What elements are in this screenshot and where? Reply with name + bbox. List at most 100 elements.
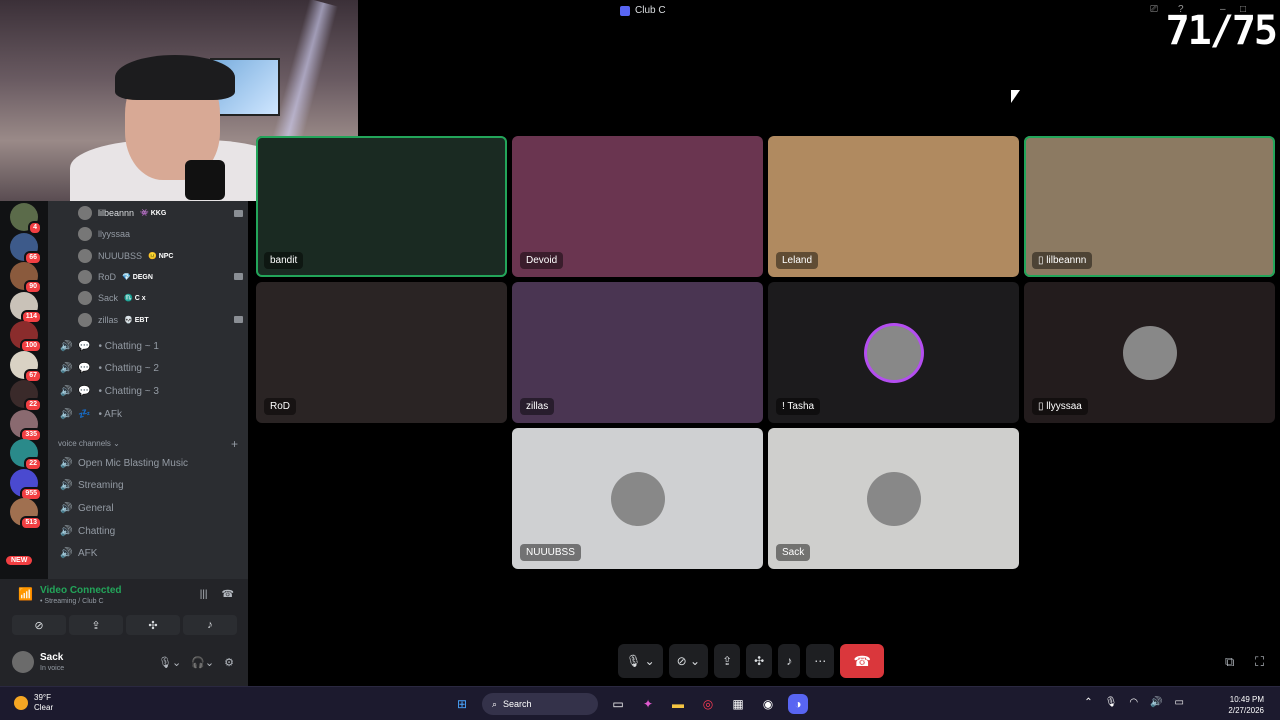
screen-share-button[interactable]: ⇪ — [714, 644, 741, 678]
video-tile-zillas[interactable]: zillas — [512, 282, 763, 423]
task-view-icon[interactable]: ▭ — [608, 694, 628, 714]
call-controls: 🎙 ⌄ ⊘ ⌄ ⇪ ✣ ♪ ⋯ ☎ — [618, 644, 890, 678]
voice-channel-0[interactable]: 🔊 Open Mic Blasting Music — [60, 453, 240, 473]
server-icon[interactable]: 67 — [10, 350, 42, 383]
voice-status-subtitle[interactable]: • Streaming / Club C — [40, 598, 104, 605]
voice-user-zillas[interactable]: zillas 💀 EBT — [78, 311, 243, 329]
video-tile-devoid[interactable]: Devoid — [512, 136, 763, 277]
server-icon[interactable]: 513 — [10, 498, 42, 530]
video-tile-rod[interactable]: RoD — [256, 282, 507, 423]
opera-icon[interactable]: ◎ — [698, 694, 718, 714]
store-icon[interactable]: ▦ — [728, 694, 748, 714]
voice-user-nuuubss[interactable]: NUUUBSS 😐 NPC — [78, 247, 243, 265]
camera-toggle-button[interactable]: ⊘ ⌄ — [668, 644, 709, 678]
participant-label: ▯ llyyssaa — [1032, 398, 1088, 415]
voice-channels-category[interactable]: voice channels ⌄ + — [58, 437, 238, 451]
start-button-icon[interactable]: ⊞ — [452, 694, 472, 714]
avatar — [78, 227, 92, 242]
chevron-up-icon[interactable]: ⌃ — [1084, 697, 1092, 708]
disconnect-icon[interactable]: ☎ — [222, 589, 234, 600]
add-channel-icon[interactable]: + — [231, 437, 238, 451]
speaker-icon: 🔊 — [60, 548, 73, 560]
microphone-toggle-button[interactable]: 🎙 ⌄ — [618, 644, 663, 678]
end-call-button[interactable]: ☎ — [840, 644, 885, 678]
camera-off-button[interactable]: ⊘ — [12, 615, 66, 635]
soundboard-button[interactable]: ♪ — [183, 615, 237, 635]
soundboard-button[interactable]: ♪ — [778, 644, 801, 678]
speaker-icon: 🔊 — [60, 385, 73, 397]
voice-channel-2[interactable]: 🔊 General — [60, 498, 240, 518]
participant-label: Leland — [776, 252, 819, 269]
activities-button[interactable]: ✣ — [746, 644, 773, 678]
speaker-icon: 🔊 — [60, 363, 73, 375]
avatar — [610, 471, 665, 526]
video-tile-bandit[interactable]: bandit — [256, 136, 507, 277]
server-icon[interactable]: 66 — [10, 232, 42, 265]
participant-label: Devoid — [520, 252, 564, 269]
voice-status-title[interactable]: Video Connected — [40, 585, 122, 596]
camera-icon — [234, 209, 243, 217]
video-tile-sack[interactable]: Sack — [768, 428, 1019, 569]
speaker-icon: 🔊 — [60, 408, 73, 420]
participant-label: bandit — [264, 252, 304, 269]
video-tile-nuuubss[interactable]: NUUUBSS — [512, 428, 763, 569]
server-icon[interactable]: 100 — [10, 321, 42, 353]
popout-icon[interactable]: ⧉ — [1225, 654, 1234, 670]
chrome-icon[interactable]: ◉ — [758, 694, 778, 714]
file-explorer-icon[interactable]: ▬ — [668, 694, 688, 714]
server-icon[interactable]: 335 — [10, 409, 42, 442]
fullscreen-icon[interactable]: ⛶ — [1255, 654, 1264, 670]
deafen-headphones-icon[interactable]: 🎧⌄ — [191, 656, 214, 669]
participant-label: ! Tasha — [776, 398, 821, 415]
weather-widget[interactable]: 39°F Clear — [14, 693, 53, 713]
voice-channel-1[interactable]: 🔊 Streaming — [60, 476, 240, 496]
voice-channel-3[interactable]: 🔊 Chatting — [60, 521, 240, 541]
mute-mic-icon[interactable]: 🎙⌄ — [158, 656, 181, 669]
new-badge[interactable]: NEW — [6, 556, 33, 565]
voice-user-rod[interactable]: RoD 💎 DEGN — [78, 268, 243, 286]
signal-icon[interactable]: 📶 — [18, 587, 33, 601]
video-tile-leland[interactable]: Leland — [768, 136, 1019, 277]
channel-sidebar: voice channels ⌄ + lilbeannn 👾 KKG llyyssa… — [48, 201, 248, 579]
server-icon[interactable]: 22 — [10, 439, 42, 471]
server-icon — [620, 5, 630, 16]
server-icon[interactable]: 22 — [10, 380, 42, 412]
inbox-icon[interactable]: ⎚ — [1150, 4, 1158, 15]
current-user-status: In voice — [40, 665, 65, 672]
participant-label: NUUUBSS — [520, 544, 581, 561]
current-user-name[interactable]: Sack — [40, 652, 63, 663]
discord-stream-window: { "window": {"title": "Club C", "counter… — [0, 0, 1280, 720]
voice-channel-4[interactable]: 🔊 AFK — [60, 544, 240, 564]
user-tag: 😐 NPC — [148, 252, 174, 260]
taskbar-clock[interactable]: 10:49 PM 2/27/2026 — [1228, 694, 1264, 716]
settings-gear-icon[interactable]: ⚙ — [224, 656, 234, 669]
mic-tray-icon[interactable]: 🎙 — [1105, 697, 1118, 708]
voice-user-sack[interactable]: Sack ♏ C x — [78, 289, 243, 307]
copilot-icon[interactable]: ✦ — [638, 694, 658, 714]
noise-suppression-icon[interactable]: ||| — [200, 589, 208, 600]
taskbar-search[interactable]: ⌕ Search — [482, 693, 598, 715]
voice-user-llyyssaa[interactable]: llyyssaa — [78, 225, 243, 243]
channel-0[interactable]: 🔊 💬 • Chatting ~ 1 — [60, 336, 240, 356]
more-options-button[interactable]: ⋯ — [806, 644, 835, 678]
activities-button[interactable]: ✣ — [126, 615, 180, 635]
participant-label: Sack — [776, 544, 811, 561]
avatar[interactable] — [12, 651, 34, 673]
participant-label: ▯ lilbeannn — [1032, 252, 1093, 269]
volume-icon[interactable]: 🔊 — [1150, 697, 1162, 708]
video-tile-lilbeannn[interactable]: ▯ lilbeannn — [1024, 136, 1275, 277]
video-tile-tasha[interactable]: ! Tasha — [768, 282, 1019, 423]
server-icon[interactable]: 4 — [10, 203, 42, 235]
battery-icon[interactable]: ▭ — [1175, 697, 1184, 708]
channel-3[interactable]: 🔊 💤 • AFk — [60, 404, 240, 424]
server-icon[interactable]: 114 — [10, 291, 42, 324]
video-tile-llyyssaa[interactable]: ▯ llyyssaa — [1024, 282, 1275, 423]
wifi-icon[interactable]: ◠ — [1129, 697, 1138, 708]
channel-1[interactable]: 🔊 💬 • Chatting ~ 2 — [60, 359, 240, 379]
channel-2[interactable]: 🔊 💬 • Chatting ~ 3 — [60, 381, 240, 401]
discord-icon[interactable]: ◑ — [788, 694, 808, 714]
voice-user-lilbeannn[interactable]: lilbeannn 👾 KKG — [78, 204, 243, 222]
server-icon[interactable]: 90 — [10, 262, 42, 294]
share-screen-button[interactable]: ⇪ — [69, 615, 123, 635]
server-icon[interactable]: 955 — [10, 468, 42, 501]
